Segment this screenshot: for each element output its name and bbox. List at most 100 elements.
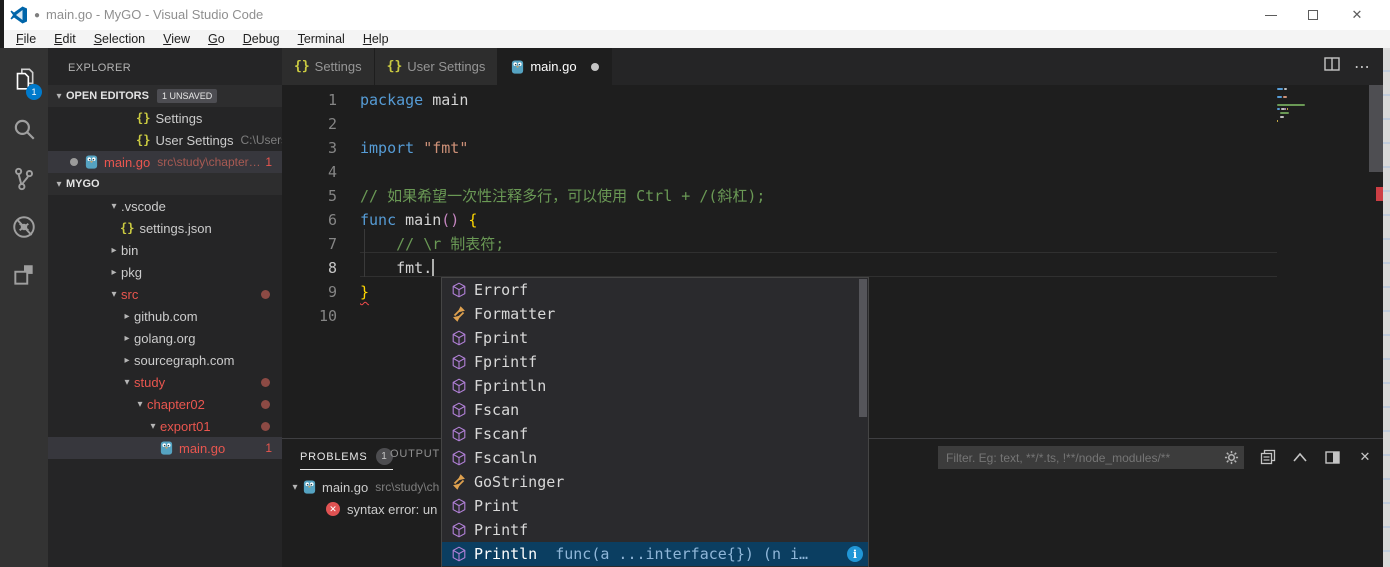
tree-item-src[interactable]: ▾src [48, 283, 282, 305]
menu-debug[interactable]: Debug [234, 30, 289, 48]
code-text: } [360, 280, 369, 304]
dirty-dot-icon[interactable] [591, 63, 599, 71]
problem-count: 1 [265, 155, 272, 169]
tab-user-settings[interactable]: {} User Settings [375, 48, 499, 85]
problems-filter-input[interactable] [938, 451, 1214, 465]
tree-item-label: chapter02 [147, 397, 205, 412]
tree-item-pkg[interactable]: ▸pkg [48, 261, 282, 283]
chevron-down-icon: ▾ [288, 482, 302, 493]
panel-layout-button[interactable] [1322, 447, 1342, 467]
window-title: ●main.go - MyGO - Visual Studio Code [34, 7, 263, 22]
popup-scrollbar[interactable] [859, 279, 867, 417]
tree-item-chapter02[interactable]: ▾chapter02 [48, 393, 282, 415]
tree-item-sourcegraph-com[interactable]: ▸sourcegraph.com [48, 349, 282, 371]
code-text: func main() { [360, 208, 477, 232]
activity-source-control-button[interactable] [0, 156, 48, 202]
modified-dot [261, 422, 270, 431]
activity-explorer-button[interactable]: 1 [0, 56, 48, 102]
tree-item-export01[interactable]: ▾export01 [48, 415, 282, 437]
suggestion-detail: func(a ...interface{}) (n i… [555, 542, 808, 566]
minimap-mark [1277, 104, 1305, 106]
suggestion-errorf[interactable]: Errorf [442, 278, 868, 302]
tree-item-github-com[interactable]: ▸github.com [48, 305, 282, 327]
tab-problems[interactable]: PROBLEMS 1 [300, 448, 393, 470]
tree-item-label: study [134, 375, 165, 390]
suggestion-fprintln[interactable]: Fprintln [442, 374, 868, 398]
menu-view[interactable]: View [154, 30, 199, 48]
scrollbar-thumb[interactable] [1369, 85, 1383, 172]
minimap-mark [1284, 88, 1287, 90]
menu-terminal[interactable]: Terminal [289, 30, 354, 48]
menu-go[interactable]: Go [199, 30, 234, 48]
menu-selection[interactable]: Selection [85, 30, 154, 48]
code-line-4: 4 [282, 160, 1369, 184]
maximize-button[interactable] [1296, 0, 1330, 30]
open-editor-settings[interactable]: {} Settings [48, 107, 282, 129]
close-panel-button[interactable]: ✕ [1355, 447, 1375, 467]
indent-guide [364, 229, 365, 277]
collapse-all-button[interactable] [1258, 447, 1278, 467]
menu-help[interactable]: Help [354, 30, 398, 48]
tree-item-bin[interactable]: ▸bin [48, 239, 282, 261]
file-path: C:\Users\yang9\… [241, 133, 283, 147]
suggestion-formatter[interactable]: Formatter [442, 302, 868, 326]
chevron-down-icon: ▾ [146, 421, 160, 432]
tree-item-study[interactable]: ▾study [48, 371, 282, 393]
line-number: 9 [282, 280, 360, 304]
line-number: 5 [282, 184, 360, 208]
tree-item-settings-json[interactable]: {}settings.json [48, 217, 282, 239]
tree-item-label: settings.json [139, 221, 211, 236]
function-icon [450, 402, 467, 419]
suggestion-fscanln[interactable]: Fscanln [442, 446, 868, 470]
activity-search-button[interactable] [0, 106, 48, 152]
function-icon [450, 282, 467, 299]
maximize-panel-button[interactable] [1290, 447, 1310, 467]
menu-edit[interactable]: Edit [45, 30, 85, 48]
minimap-mark [1277, 108, 1280, 110]
tab-settings[interactable]: {} Settings [282, 48, 375, 85]
tree-item-label: sourcegraph.com [134, 353, 234, 368]
open-editor-main-go[interactable]: main.go src\study\chapter… 1 [48, 151, 282, 173]
filter-gear-icon[interactable] [1224, 450, 1239, 470]
autocomplete-popup: ErrorfFormatterFprintFprintfFprintlnFsca… [441, 277, 869, 567]
minimap-mark [1283, 96, 1287, 98]
suggestion-label: Println [474, 542, 537, 566]
minimap[interactable] [1277, 88, 1365, 148]
current-line-highlight [360, 252, 1277, 277]
menu-file[interactable]: File [7, 30, 45, 48]
line-number: 10 [282, 304, 360, 328]
open-editor-user-settings[interactable]: {} User Settings C:\Users\yang9\… [48, 129, 282, 151]
debug-icon [11, 214, 37, 240]
suggestion-gostringer[interactable]: GoStringer [442, 470, 868, 494]
tree-item-main-go[interactable]: main.go1 [48, 437, 282, 459]
close-window-button[interactable]: ✕ [1340, 0, 1374, 30]
more-actions-button[interactable]: ⋯ [1354, 57, 1371, 77]
minimap-mark [1277, 120, 1278, 122]
suggestion-println[interactable]: Println func(a ...interface{}) (n i… i [442, 542, 868, 566]
code-line-1: 1package main [282, 88, 1369, 112]
split-editor-button[interactable] [1324, 57, 1340, 76]
function-icon [450, 546, 467, 563]
tab-output[interactable]: OUTPUT [390, 448, 440, 460]
tree-item--vscode[interactable]: ▾.vscode [48, 195, 282, 217]
editor-scrollbar[interactable] [1369, 85, 1383, 438]
tab-main-go[interactable]: main.go [498, 48, 611, 85]
info-icon[interactable]: i [847, 546, 863, 562]
tree-item-label: main.go [179, 441, 225, 456]
suggestion-fscan[interactable]: Fscan [442, 398, 868, 422]
tree-item-golang-org[interactable]: ▸golang.org [48, 327, 282, 349]
minimize-button[interactable] [1254, 0, 1288, 30]
suggestion-label: Printf [474, 518, 528, 542]
suggestion-fscanf[interactable]: Fscanf [442, 422, 868, 446]
project-root-header[interactable]: ▾ MYGO [48, 173, 282, 195]
activity-extensions-button[interactable] [0, 252, 48, 298]
suggestion-fprint[interactable]: Fprint [442, 326, 868, 350]
desktop-strip [1383, 48, 1390, 567]
suggestion-print[interactable]: Print [442, 494, 868, 518]
suggestion-fprintf[interactable]: Fprintf [442, 350, 868, 374]
function-icon [450, 378, 467, 395]
suggestion-printf[interactable]: Printf [442, 518, 868, 542]
activity-debug-button[interactable] [0, 204, 48, 250]
open-editors-header[interactable]: ▾ OPEN EDITORS 1 UNSAVED [48, 85, 282, 107]
problems-filter-box [938, 446, 1244, 469]
